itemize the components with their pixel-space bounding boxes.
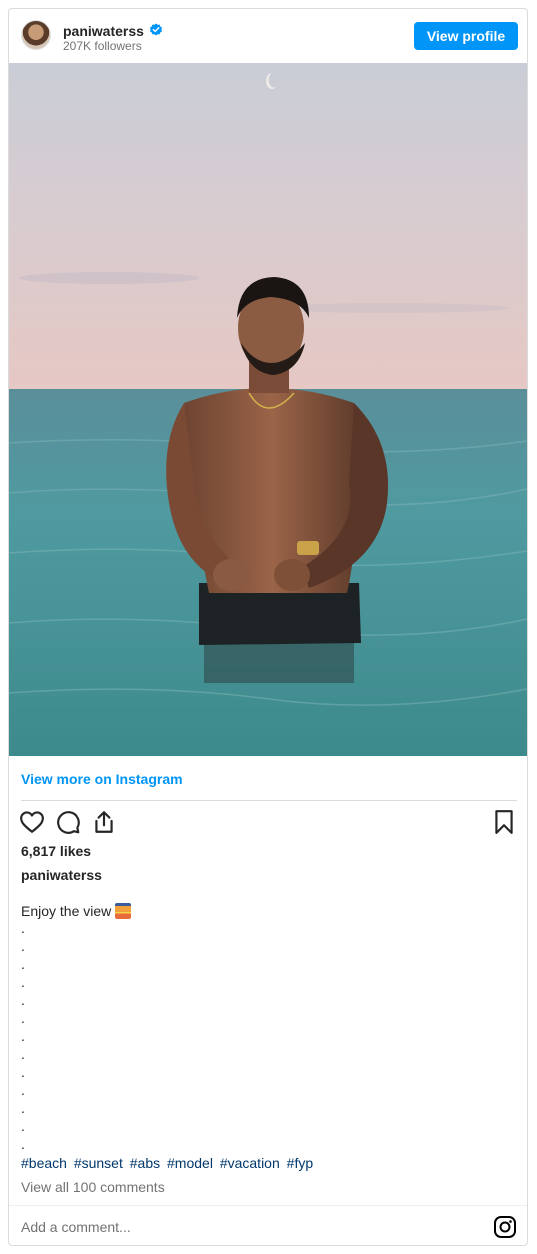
- caption-dot: .: [21, 1064, 25, 1080]
- view-profile-button[interactable]: View profile: [414, 22, 518, 50]
- heart-icon[interactable]: [19, 809, 45, 835]
- sunset-emoji-icon: [115, 903, 132, 919]
- add-comment-input[interactable]: [21, 1217, 461, 1237]
- like-count[interactable]: 6,817 likes: [21, 843, 91, 859]
- post-image: [9, 63, 527, 756]
- view-more-on-instagram-link[interactable]: View more on Instagram: [21, 771, 183, 787]
- caption-dot: .: [21, 938, 25, 954]
- comment-icon[interactable]: [55, 809, 81, 835]
- caption-dot: .: [21, 956, 25, 972]
- post-photo[interactable]: [9, 63, 527, 756]
- username[interactable]: paniwaterss: [63, 23, 144, 39]
- caption-dot: .: [21, 920, 25, 936]
- bookmark-icon[interactable]: [491, 809, 517, 835]
- instagram-icon[interactable]: [493, 1215, 517, 1239]
- hashtag-list: #beach #sunset #abs #model #vacation #fy…: [21, 1155, 316, 1171]
- caption-dot: .: [21, 1100, 25, 1116]
- hashtag-link[interactable]: #fyp: [287, 1155, 313, 1171]
- verified-badge-icon: [150, 23, 162, 36]
- divider: [21, 800, 517, 801]
- share-icon[interactable]: [91, 809, 117, 835]
- divider: [9, 1205, 527, 1206]
- follower-count: 207K followers: [63, 39, 142, 53]
- hashtag-link[interactable]: #sunset: [74, 1155, 123, 1171]
- hashtag-link[interactable]: #model: [167, 1155, 213, 1171]
- caption-dots: . . . . . . . . . . . . .: [21, 919, 51, 1153]
- caption-dot: .: [21, 1046, 25, 1062]
- hashtag-link[interactable]: #vacation: [220, 1155, 280, 1171]
- caption-dot: .: [21, 1136, 25, 1152]
- hashtag-link[interactable]: #beach: [21, 1155, 67, 1171]
- caption-dot: .: [21, 974, 25, 990]
- caption: Enjoy the view: [21, 903, 132, 919]
- instagram-embed-card: paniwaterss 207K followers View profile: [8, 8, 528, 1246]
- hashtag-link[interactable]: #abs: [130, 1155, 160, 1171]
- caption-dot: .: [21, 992, 25, 1008]
- caption-dot: .: [21, 1028, 25, 1044]
- caption-username[interactable]: paniwaterss: [21, 867, 102, 883]
- caption-dot: .: [21, 1010, 25, 1026]
- post-header: paniwaterss 207K followers View profile: [9, 9, 527, 63]
- caption-text: Enjoy the view: [21, 903, 112, 919]
- caption-dot: .: [21, 1082, 25, 1098]
- view-all-comments-link[interactable]: View all 100 comments: [21, 1179, 165, 1195]
- action-bar: [9, 809, 527, 837]
- avatar[interactable]: [21, 20, 51, 50]
- caption-dot: .: [21, 1118, 25, 1134]
